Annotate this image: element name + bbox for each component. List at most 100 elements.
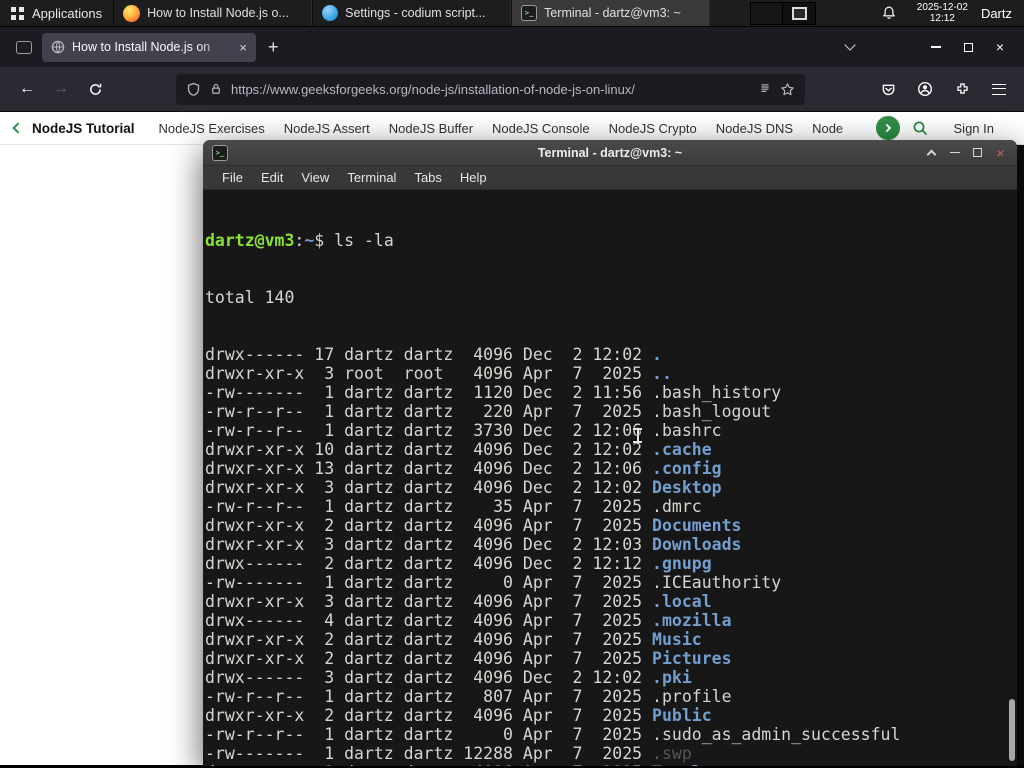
workspace-window-icon <box>791 6 807 20</box>
terminal-line: -rw-r--r-- 1 dartz dartz 807 Apr 7 2025 … <box>205 687 732 706</box>
terminal-maximize-button[interactable] <box>966 140 989 165</box>
prompt-suffix: $ <box>314 231 335 250</box>
terminal-window-icon: >_ <box>212 145 228 161</box>
panel-username[interactable]: Dartz <box>981 6 1012 21</box>
applications-label: Applications <box>32 5 103 21</box>
menu-terminal[interactable]: Terminal <box>338 170 405 185</box>
site-nav-link[interactable]: NodeJS Assert <box>284 121 370 136</box>
pocket-icon <box>882 84 894 95</box>
tracking-shield-icon[interactable] <box>186 82 201 97</box>
reload-icon <box>89 83 101 95</box>
forward-button[interactable]: → <box>46 74 76 104</box>
terminal-line: -rw-r--r-- 1 dartz dartz 3730 Dec 2 12:0… <box>205 421 722 440</box>
top-panel: Applications How to Install Node.js o...… <box>0 0 1024 27</box>
reload-button[interactable] <box>80 74 110 104</box>
workspace-switcher[interactable] <box>750 1 817 25</box>
lock-icon[interactable] <box>209 82 223 96</box>
terminal-window-title: Terminal - dartz@vm3: ~ <box>537 145 683 160</box>
pocket-button[interactable] <box>873 74 903 104</box>
menu-help[interactable]: Help <box>451 170 496 185</box>
terminal-scrollbar-thumb[interactable] <box>1009 699 1015 761</box>
taskbar-item-firefox[interactable]: How to Install Node.js o... <box>113 0 313 26</box>
terminal-minimize-button[interactable] <box>943 140 966 165</box>
site-nav-link[interactable]: NodeJS Crypto <box>609 121 697 136</box>
extensions-icon <box>956 82 968 94</box>
account-button[interactable] <box>910 74 940 104</box>
extensions-button[interactable] <box>947 74 977 104</box>
minimize-icon <box>949 151 960 154</box>
terminal-line: drwxr-xr-x 2 dartz dartz 4096 Apr 7 2025… <box>205 516 742 535</box>
notifications-button[interactable] <box>874 5 904 21</box>
prompt-command: ls -la <box>334 231 394 250</box>
menu-tabs[interactable]: Tabs <box>405 170 450 185</box>
terminal-line: -rw------- 1 dartz dartz 0 Apr 7 2025 .I… <box>205 573 782 592</box>
search-icon <box>913 121 927 135</box>
terminal-line: -rw-r--r-- 1 dartz dartz 220 Apr 7 2025 … <box>205 402 772 421</box>
nav-scroll-left-icon[interactable] <box>12 122 24 134</box>
menu-edit[interactable]: Edit <box>252 170 292 185</box>
applications-grid-icon <box>11 6 24 20</box>
reader-mode-icon[interactable] <box>758 82 772 96</box>
terminal-line: drwx------ 4 dartz dartz 4096 Apr 7 2025… <box>205 611 732 630</box>
sign-in-button[interactable]: Sign In <box>954 121 994 136</box>
bell-icon <box>882 6 895 19</box>
browser-close-button[interactable]: × <box>984 32 1016 62</box>
site-nav-link[interactable]: NodeJS Exercises <box>159 121 265 136</box>
clock-date: 2025-12-02 <box>916 2 968 13</box>
navigation-toolbar: ← → https://www.geeksforgeeks.org/node-j… <box>0 67 1024 112</box>
browser-minimize-button[interactable] <box>920 32 952 62</box>
terminal-line: drwxr-xr-x 13 dartz dartz 4096 Dec 2 12:… <box>205 459 722 478</box>
terminal-menubar: File Edit View Terminal Tabs Help <box>203 166 1017 190</box>
site-nav-link[interactable]: NodeJS DNS <box>716 121 793 136</box>
minimize-icon <box>931 46 941 48</box>
nav-scroll-right-button[interactable] <box>875 116 900 140</box>
terminal-titlebar[interactable]: >_ Terminal - dartz@vm3: ~ × <box>203 140 1017 166</box>
workspace-1[interactable] <box>751 2 784 24</box>
workspace-2[interactable] <box>783 2 816 24</box>
terminal-total-line: total 140 <box>205 288 295 307</box>
terminal-shade-button[interactable] <box>920 140 943 165</box>
panel-clock[interactable]: 2025-12-02 12:12 <box>917 2 968 24</box>
shade-up-icon <box>926 149 937 160</box>
terminal-line: drwxr-xr-x 3 dartz dartz 4096 Dec 2 12:0… <box>205 478 722 497</box>
terminal-output: drwx------ 17 dartz dartz 4096 Dec 2 12:… <box>205 345 1017 766</box>
back-button[interactable]: ← <box>12 74 42 104</box>
terminal-content[interactable]: dartz@vm3:~$ ls -la total 140 drwx------… <box>203 190 1017 766</box>
terminal-line: drwx------ 2 dartz dartz 4096 Dec 2 12:1… <box>205 554 712 573</box>
site-nav-active-item[interactable]: NodeJS Tutorial <box>32 121 135 136</box>
firefox-icon <box>123 4 141 22</box>
bookmark-star-icon[interactable] <box>780 82 795 97</box>
tab-close-icon[interactable]: × <box>239 41 247 54</box>
menu-file[interactable]: File <box>213 170 252 185</box>
toolbar-right-icons <box>873 74 1018 104</box>
browser-window-controls: × <box>920 32 1016 62</box>
terminal-line: drwxr-xr-x 2 dartz dartz 4096 Apr 7 2025… <box>205 630 702 649</box>
mouse-text-cursor <box>633 428 642 445</box>
browser-maximize-button[interactable] <box>952 32 984 62</box>
terminal-line: drwxr-xr-x 2 dartz dartz 4096 Apr 7 2025… <box>205 763 1017 766</box>
terminal-close-button[interactable]: × <box>989 140 1012 165</box>
browser-tab-active[interactable]: How to Install Node.js on × <box>42 32 256 62</box>
terminal-line: drwxr-xr-x 2 dartz dartz 4096 Apr 7 2025… <box>205 649 732 668</box>
taskbar-item-codium[interactable]: Settings - codium script... <box>312 0 512 26</box>
new-tab-button[interactable]: + <box>268 38 279 56</box>
firefox-view-icon[interactable] <box>16 40 32 54</box>
url-bar[interactable]: https://www.geeksforgeeks.org/node-js/in… <box>176 73 805 105</box>
taskbar-item-terminal[interactable]: >_ Terminal - dartz@vm3: ~ <box>511 0 711 26</box>
applications-menu-button[interactable]: Applications <box>0 0 113 26</box>
menu-view[interactable]: View <box>292 170 338 185</box>
site-nav-link[interactable]: NodeJS Buffer <box>389 121 473 136</box>
prompt-path: ~ <box>304 231 315 250</box>
taskbar-item-label: Settings - codium script... <box>345 6 486 20</box>
site-search-button[interactable] <box>912 120 928 136</box>
menu-button[interactable] <box>984 74 1014 104</box>
url-text[interactable]: https://www.geeksforgeeks.org/node-js/in… <box>231 82 750 97</box>
prompt-user-host: dartz@vm3 <box>205 231 295 250</box>
terminal-scrollbar[interactable] <box>1009 192 1016 764</box>
site-nav-link[interactable]: NodeJS Console <box>492 121 590 136</box>
list-all-tabs-icon[interactable] <box>844 39 856 51</box>
codium-icon <box>322 5 339 21</box>
terminal-prompt-line: dartz@vm3:~$ ls -la <box>205 231 1017 250</box>
clock-time: 12:12 <box>929 13 955 24</box>
site-nav-link[interactable]: Node <box>812 121 843 136</box>
